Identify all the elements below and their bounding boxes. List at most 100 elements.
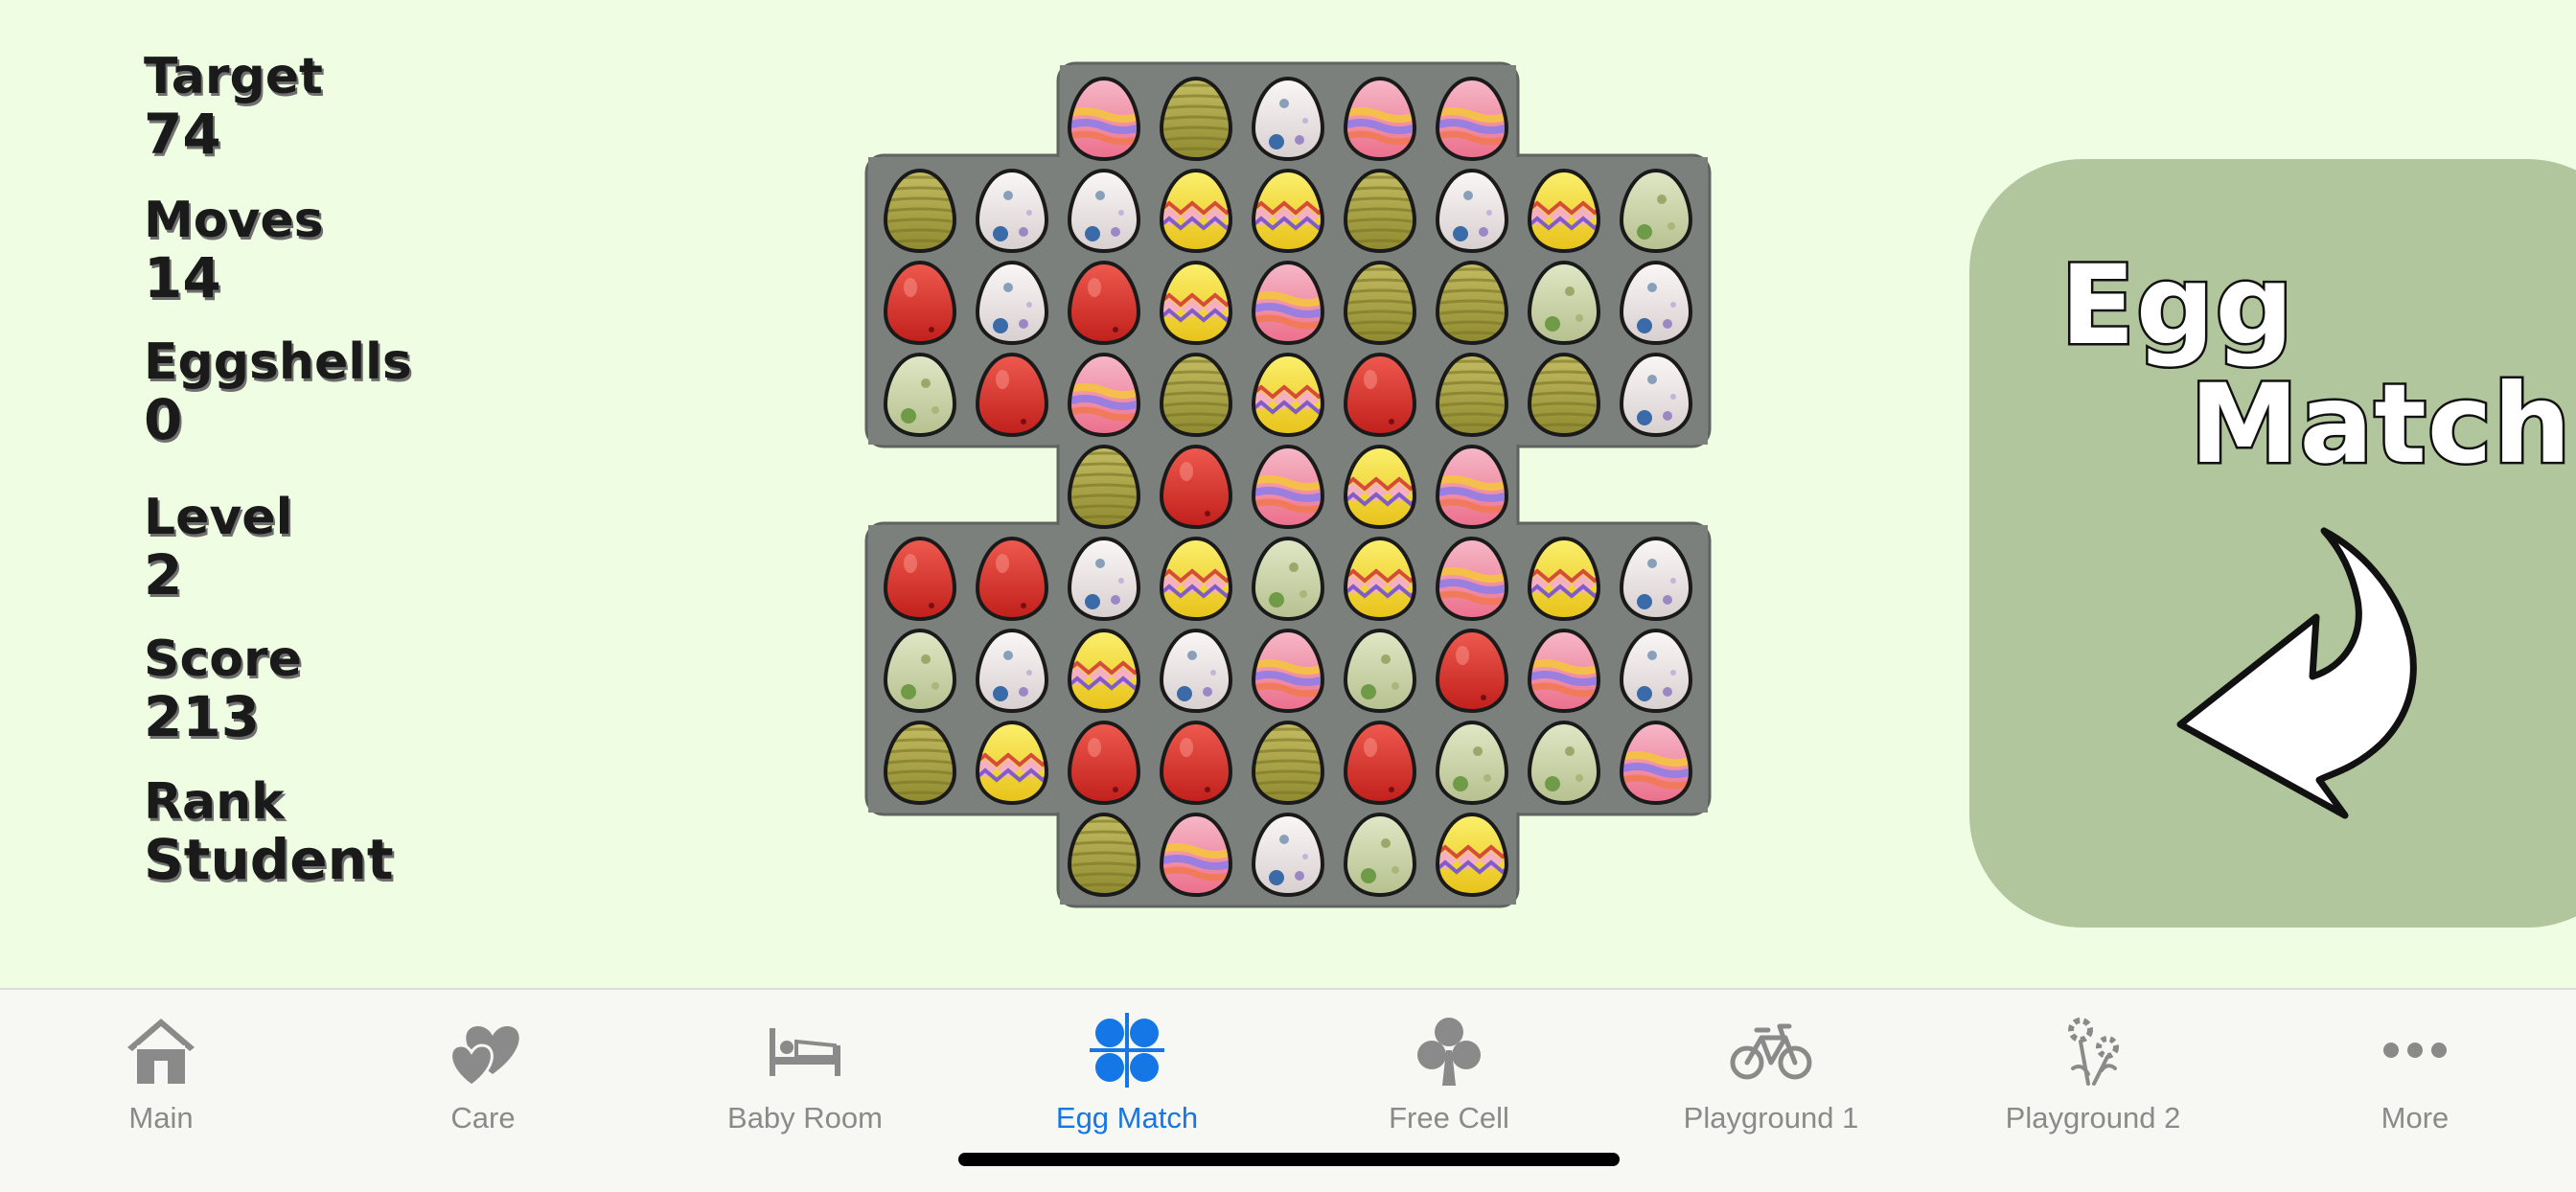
pink-striped-egg[interactable] [1434, 536, 1510, 622]
tab-more[interactable]: More [2254, 1007, 2576, 1165]
green-spotted-egg[interactable] [1435, 720, 1509, 806]
club-icon [1417, 1018, 1481, 1086]
pink-striped-egg[interactable] [1434, 76, 1510, 162]
tab-label: Baby Room [727, 1101, 883, 1135]
white-spotted-egg[interactable] [975, 628, 1049, 714]
rank-value: Student [144, 827, 394, 892]
logo-word-match: Match [2188, 358, 2574, 491]
yellow-zigzag-egg[interactable] [1526, 536, 1606, 622]
red-egg[interactable] [1159, 720, 1233, 806]
green-spotted-egg[interactable] [1343, 628, 1417, 714]
score-value: 213 [144, 684, 261, 749]
bicycle-icon [1730, 1023, 1812, 1080]
olive-striped-egg[interactable] [1158, 352, 1234, 438]
red-egg[interactable] [975, 536, 1049, 622]
white-spotted-egg[interactable] [975, 260, 1049, 346]
tab-free-cell[interactable]: Free Cell [1288, 1007, 1610, 1165]
tab-label: More [2380, 1101, 2450, 1135]
white-spotted-egg[interactable] [1619, 628, 1693, 714]
tab-label: Egg Match [1055, 1101, 1199, 1135]
olive-striped-egg[interactable] [1434, 352, 1510, 438]
pink-striped-egg[interactable] [1158, 812, 1234, 898]
pink-striped-egg[interactable] [1342, 76, 1418, 162]
home-indicator[interactable] [958, 1153, 1620, 1166]
yellow-zigzag-egg[interactable] [1158, 260, 1238, 346]
red-egg[interactable] [883, 536, 957, 622]
white-spotted-egg[interactable] [1619, 260, 1693, 346]
olive-striped-egg[interactable] [1158, 76, 1234, 162]
yellow-zigzag-egg[interactable] [1342, 536, 1422, 622]
yellow-zigzag-egg[interactable] [1526, 168, 1606, 254]
green-spotted-egg[interactable] [1527, 260, 1601, 346]
red-egg[interactable] [975, 352, 1049, 438]
pink-striped-egg[interactable] [1066, 76, 1142, 162]
tab-playground-1[interactable]: Playground 1 [1610, 1007, 1932, 1165]
bed-icon [770, 1028, 840, 1076]
score-stat: Score 213 [144, 630, 508, 745]
tab-label: Main [128, 1101, 194, 1135]
yellow-zigzag-egg[interactable] [1342, 444, 1422, 530]
olive-striped-egg[interactable] [882, 720, 958, 806]
white-spotted-egg[interactable] [1067, 536, 1141, 622]
yellow-zigzag-egg[interactable] [1250, 168, 1330, 254]
tab-playground-2[interactable]: Playground 2 [1932, 1007, 2254, 1165]
white-spotted-egg[interactable] [1251, 76, 1325, 162]
red-egg[interactable] [1067, 260, 1141, 346]
red-egg[interactable] [1343, 720, 1417, 806]
tab-egg-match[interactable]: Egg Match [966, 1007, 1288, 1165]
rank-label: Rank [144, 773, 285, 831]
level-label: Level [144, 489, 293, 546]
red-egg[interactable] [883, 260, 957, 346]
target-value: 74 [144, 102, 221, 167]
red-egg[interactable] [1067, 720, 1141, 806]
white-spotted-egg[interactable] [1619, 352, 1693, 438]
yellow-zigzag-egg[interactable] [1066, 628, 1146, 714]
pink-striped-egg[interactable] [1250, 444, 1326, 530]
white-spotted-egg[interactable] [1619, 536, 1693, 622]
olive-striped-egg[interactable] [1066, 812, 1142, 898]
pink-striped-egg[interactable] [1066, 352, 1142, 438]
green-spotted-egg[interactable] [1527, 720, 1601, 806]
olive-striped-egg[interactable] [1342, 260, 1418, 346]
red-egg[interactable] [1343, 352, 1417, 438]
target-stat: Target 74 [144, 48, 508, 163]
yellow-zigzag-egg[interactable] [1250, 352, 1330, 438]
tab-main[interactable]: Main [0, 1007, 322, 1165]
yellow-zigzag-egg[interactable] [1158, 168, 1238, 254]
green-spotted-egg[interactable] [1343, 812, 1417, 898]
tab-label: Playground 1 [1683, 1101, 1859, 1135]
curved-arrow-icon [2176, 527, 2417, 819]
pink-striped-egg[interactable] [1250, 260, 1326, 346]
red-egg[interactable] [1159, 444, 1233, 530]
white-spotted-egg[interactable] [1159, 628, 1233, 714]
yellow-zigzag-egg[interactable] [974, 720, 1054, 806]
pink-striped-egg[interactable] [1618, 720, 1694, 806]
eggshells-value: 0 [144, 387, 183, 452]
tab-label: Playground 2 [2005, 1101, 2181, 1135]
grid-dots-icon [1090, 1013, 1164, 1088]
white-spotted-egg[interactable] [975, 168, 1049, 254]
house-icon [127, 1019, 195, 1084]
yellow-zigzag-egg[interactable] [1158, 536, 1238, 622]
white-spotted-egg[interactable] [1251, 812, 1325, 898]
yellow-zigzag-egg[interactable] [1434, 812, 1514, 898]
olive-striped-egg[interactable] [1250, 720, 1326, 806]
olive-striped-egg[interactable] [1066, 444, 1142, 530]
red-egg[interactable] [1435, 628, 1509, 714]
olive-striped-egg[interactable] [1342, 168, 1418, 254]
pink-striped-egg[interactable] [1434, 444, 1510, 530]
green-spotted-egg[interactable] [883, 628, 957, 714]
green-spotted-egg[interactable] [883, 352, 957, 438]
white-spotted-egg[interactable] [1435, 168, 1509, 254]
olive-striped-egg[interactable] [882, 168, 958, 254]
pink-striped-egg[interactable] [1250, 628, 1326, 714]
white-spotted-egg[interactable] [1067, 168, 1141, 254]
olive-striped-egg[interactable] [1526, 352, 1602, 438]
tab-care[interactable]: Care [322, 1007, 644, 1165]
tab-baby-room[interactable]: Baby Room [644, 1007, 966, 1165]
green-spotted-egg[interactable] [1619, 168, 1693, 254]
moves-value: 14 [144, 245, 221, 310]
pink-striped-egg[interactable] [1526, 628, 1602, 714]
olive-striped-egg[interactable] [1434, 260, 1510, 346]
green-spotted-egg[interactable] [1251, 536, 1325, 622]
